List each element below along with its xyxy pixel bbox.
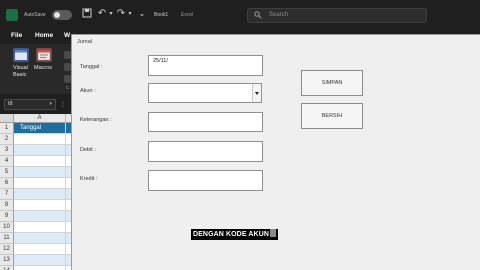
screen: { "titlebar": { "autosave_label": "AutoS… — [0, 0, 480, 270]
debit-field[interactable] — [148, 141, 263, 162]
label-akun: Akun : — [80, 88, 96, 94]
table-cell[interactable] — [14, 244, 66, 255]
excel-logo-icon — [6, 9, 18, 21]
table-cell[interactable] — [14, 145, 66, 156]
visual-basic-label-line1: Visual — [13, 65, 28, 71]
select-all-corner[interactable] — [0, 114, 14, 123]
search-placeholder: Search — [269, 12, 289, 18]
worksheet-grid[interactable]: A 1TanggalK234567891011121314 — [0, 114, 80, 270]
visual-basic-label-line2: Basic — [13, 72, 27, 78]
row-header[interactable]: 6 — [0, 178, 14, 189]
tanggal-value: 25/11/ — [153, 58, 168, 64]
akun-dropdown-chevron-icon[interactable] — [252, 84, 261, 102]
table-cell[interactable] — [14, 222, 66, 233]
tanggal-field[interactable]: 25/11/ — [148, 55, 263, 76]
row-header[interactable]: 7 — [0, 189, 14, 200]
table-cell[interactable] — [14, 233, 66, 244]
table-cell[interactable] — [14, 266, 66, 270]
table-cell[interactable] — [14, 255, 66, 266]
visual-basic-icon[interactable] — [13, 48, 29, 62]
label-tanggal: Tanggal : — [80, 64, 103, 70]
label-keterangan: Keterangan : — [80, 117, 112, 123]
ribbon-group-label: C — [66, 85, 70, 90]
row-header[interactable]: 9 — [0, 211, 14, 222]
tab-partial[interactable]: W — [64, 32, 70, 39]
row-header[interactable]: 10 — [0, 222, 14, 233]
label-kredit: Kredit : — [80, 176, 98, 182]
table-cell[interactable] — [14, 189, 66, 200]
row-header[interactable]: 3 — [0, 145, 14, 156]
row-header[interactable]: 14 — [0, 266, 14, 270]
tab-file[interactable]: File — [11, 32, 22, 39]
relative-references-icon[interactable] — [64, 63, 71, 71]
macros-icon[interactable] — [36, 48, 52, 62]
caption-highlight — [270, 229, 277, 237]
search-box[interactable]: Search — [247, 8, 427, 23]
record-macro-icon[interactable] — [64, 51, 71, 59]
row-header[interactable]: 1 — [0, 123, 14, 134]
akun-combobox[interactable] — [148, 83, 262, 103]
app-name: Excel — [181, 12, 194, 18]
name-box[interactable]: I8 ▾ — [4, 99, 56, 110]
table-cell[interactable] — [14, 167, 66, 178]
autosave-toggle[interactable] — [52, 10, 72, 20]
keterangan-field[interactable] — [148, 112, 263, 132]
caption-text: DENGAN KODE AKUN — [193, 231, 270, 238]
row-header[interactable]: 11 — [0, 233, 14, 244]
ribbon-tabs: File Home W — [0, 30, 80, 44]
search-icon — [254, 11, 262, 19]
video-caption: DENGAN KODE AKUN — [191, 229, 279, 240]
chevron-down-icon[interactable]: ▾ — [49, 101, 52, 107]
save-icon[interactable] — [81, 8, 93, 20]
simpan-button[interactable]: SIMPAN — [301, 70, 363, 96]
name-box-value: I8 — [8, 101, 13, 107]
row-header[interactable]: 4 — [0, 156, 14, 167]
customize-toolbar-icon[interactable]: ⌄ — [136, 8, 148, 20]
tab-home[interactable]: Home — [35, 32, 53, 39]
table-cell[interactable] — [14, 178, 66, 189]
row-header[interactable]: 2 — [0, 134, 14, 145]
form-title: Jurnal — [77, 39, 92, 45]
table-header-tanggal[interactable]: Tanggal — [14, 123, 66, 134]
macro-security-icon[interactable] — [64, 75, 71, 83]
kredit-field[interactable] — [148, 170, 263, 191]
row-header[interactable]: 12 — [0, 244, 14, 255]
workbook-name: Book1 — [154, 12, 169, 18]
row-header[interactable]: 5 — [0, 167, 14, 178]
bersih-button[interactable]: BERSIH — [301, 103, 363, 129]
formula-bar-dots-icon: ⋮ — [60, 102, 66, 108]
label-debit: Debit : — [80, 147, 96, 153]
autosave-label: AutoSave — [24, 12, 46, 18]
table-cell[interactable] — [14, 200, 66, 211]
table-cell[interactable] — [14, 211, 66, 222]
table-cell[interactable] — [14, 156, 66, 167]
column-header-a[interactable]: A — [14, 114, 66, 123]
ribbon-panel: Visual Basic Macros C — [0, 44, 80, 94]
excel-title-bar: AutoSave ↶ ▾ ↷ ▾ ⌄ Book1 Excel Search — [0, 0, 480, 30]
macros-label[interactable]: Macros — [34, 65, 52, 72]
row-header[interactable]: 13 — [0, 255, 14, 266]
row-header[interactable]: 8 — [0, 200, 14, 211]
visual-basic-label[interactable]: Visual Basic — [13, 65, 28, 79]
redo-dropdown-icon[interactable]: ▾ — [124, 8, 136, 20]
table-cell[interactable] — [14, 134, 66, 145]
